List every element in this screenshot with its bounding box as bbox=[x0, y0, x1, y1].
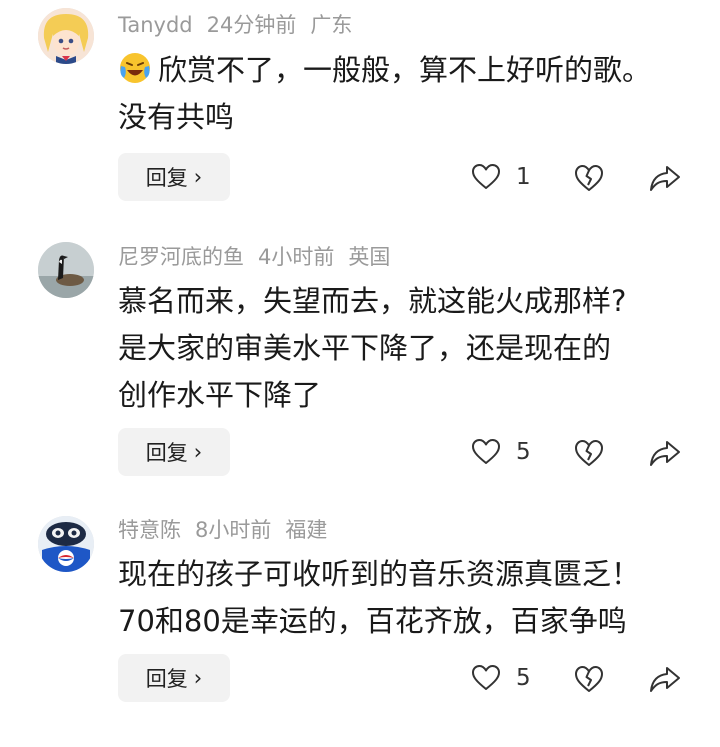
comment-line: 没有共鸣 bbox=[118, 100, 235, 134]
reply-button[interactable]: 回复 › bbox=[118, 654, 230, 702]
comment-line: 70和80是幸运的，百花齐放，百家争鸣 bbox=[118, 604, 627, 638]
comment-line: 现在的孩子可收听到的音乐资源真匮乏！ bbox=[118, 557, 641, 591]
chevron-right-icon: › bbox=[193, 440, 203, 464]
location: 福建 bbox=[285, 518, 328, 542]
comment-meta: 特意陈 8小时前 福建 bbox=[118, 515, 341, 545]
reply-label: 回复 bbox=[145, 441, 188, 465]
comment-actions: 5 bbox=[470, 428, 710, 476]
broken-heart-icon[interactable] bbox=[572, 161, 606, 195]
comment-actions: 5 bbox=[470, 654, 710, 702]
comment-item: 特意陈 8小时前 福建 现在的孩子可收听到的音乐资源真匮乏！ 70和80是幸运的，百… bbox=[0, 507, 720, 747]
username[interactable]: 尼罗河底的鱼 bbox=[118, 245, 244, 269]
like-button[interactable]: 5 bbox=[470, 428, 531, 476]
reply-button[interactable]: 回复 › bbox=[118, 153, 230, 201]
like-count: 5 bbox=[516, 439, 531, 465]
reply-button[interactable]: 回复 › bbox=[118, 428, 230, 476]
heart-outline-icon bbox=[472, 439, 500, 464]
like-count: 1 bbox=[516, 164, 531, 190]
share-arrow-icon[interactable] bbox=[648, 161, 682, 195]
comment-text: 现在的孩子可收听到的音乐资源真匮乏！ 70和80是幸运的，百花齐放，百家争鸣 bbox=[118, 551, 708, 645]
heart-outline-icon bbox=[472, 164, 500, 189]
pepsi-character-avatar-icon bbox=[38, 516, 94, 572]
like-button[interactable]: 5 bbox=[470, 654, 531, 702]
location: 广东 bbox=[310, 13, 353, 37]
chevron-right-icon: › bbox=[193, 165, 203, 189]
avatar[interactable] bbox=[38, 242, 94, 298]
username[interactable]: 特意陈 bbox=[118, 518, 181, 542]
reply-label: 回复 bbox=[145, 667, 188, 691]
comment-line: 创作水平下降了 bbox=[118, 378, 322, 412]
comment-item: Tanydd 24分钟前 广东 欣赏不了，一般般，算不上好听的歌。 没有共鸣 回复 … bbox=[0, 0, 720, 240]
share-arrow-icon[interactable] bbox=[648, 662, 682, 696]
like-button[interactable]: 1 bbox=[470, 153, 531, 201]
comment-line-text: 欣赏不了，一般般，算不上好听的歌。 bbox=[158, 53, 652, 87]
comment-line: 欣赏不了，一般般，算不上好听的歌。 bbox=[118, 47, 708, 94]
broken-heart-icon[interactable] bbox=[572, 662, 606, 696]
reply-label: 回复 bbox=[145, 166, 188, 190]
chevron-right-icon: › bbox=[193, 666, 203, 690]
comment-text: 慕名而来，失望而去，就这能火成那样? 是大家的审美水平下降了，还是现在的 创作水… bbox=[118, 278, 708, 419]
like-count: 5 bbox=[516, 665, 531, 691]
username[interactable]: Tanydd bbox=[118, 13, 193, 37]
avatar[interactable] bbox=[38, 516, 94, 572]
broken-heart-icon[interactable] bbox=[572, 436, 606, 470]
share-arrow-icon[interactable] bbox=[648, 436, 682, 470]
timestamp: 24分钟前 bbox=[206, 13, 297, 37]
goose-avatar-icon bbox=[38, 242, 94, 298]
comment-item: 尼罗河底的鱼 4小时前 英国 慕名而来，失望而去，就这能火成那样? 是大家的审美水平… bbox=[0, 232, 720, 476]
timestamp: 8小时前 bbox=[195, 518, 272, 542]
comment-meta: 尼罗河底的鱼 4小时前 英国 bbox=[118, 242, 404, 272]
heart-outline-icon bbox=[472, 665, 500, 690]
comment-meta: Tanydd 24分钟前 广东 bbox=[118, 10, 366, 40]
laughing-crying-emoji-icon bbox=[120, 53, 150, 83]
comment-line: 慕名而来，失望而去，就这能火成那样? bbox=[118, 284, 627, 318]
comment-line: 是大家的审美水平下降了，还是现在的 bbox=[118, 331, 612, 365]
timestamp: 4小时前 bbox=[258, 245, 335, 269]
anime-girl-avatar-icon bbox=[38, 8, 94, 64]
avatar[interactable] bbox=[38, 8, 94, 64]
comment-text: 欣赏不了，一般般，算不上好听的歌。 没有共鸣 bbox=[118, 47, 708, 141]
comment-actions: 1 bbox=[470, 153, 710, 201]
location: 英国 bbox=[348, 245, 391, 269]
